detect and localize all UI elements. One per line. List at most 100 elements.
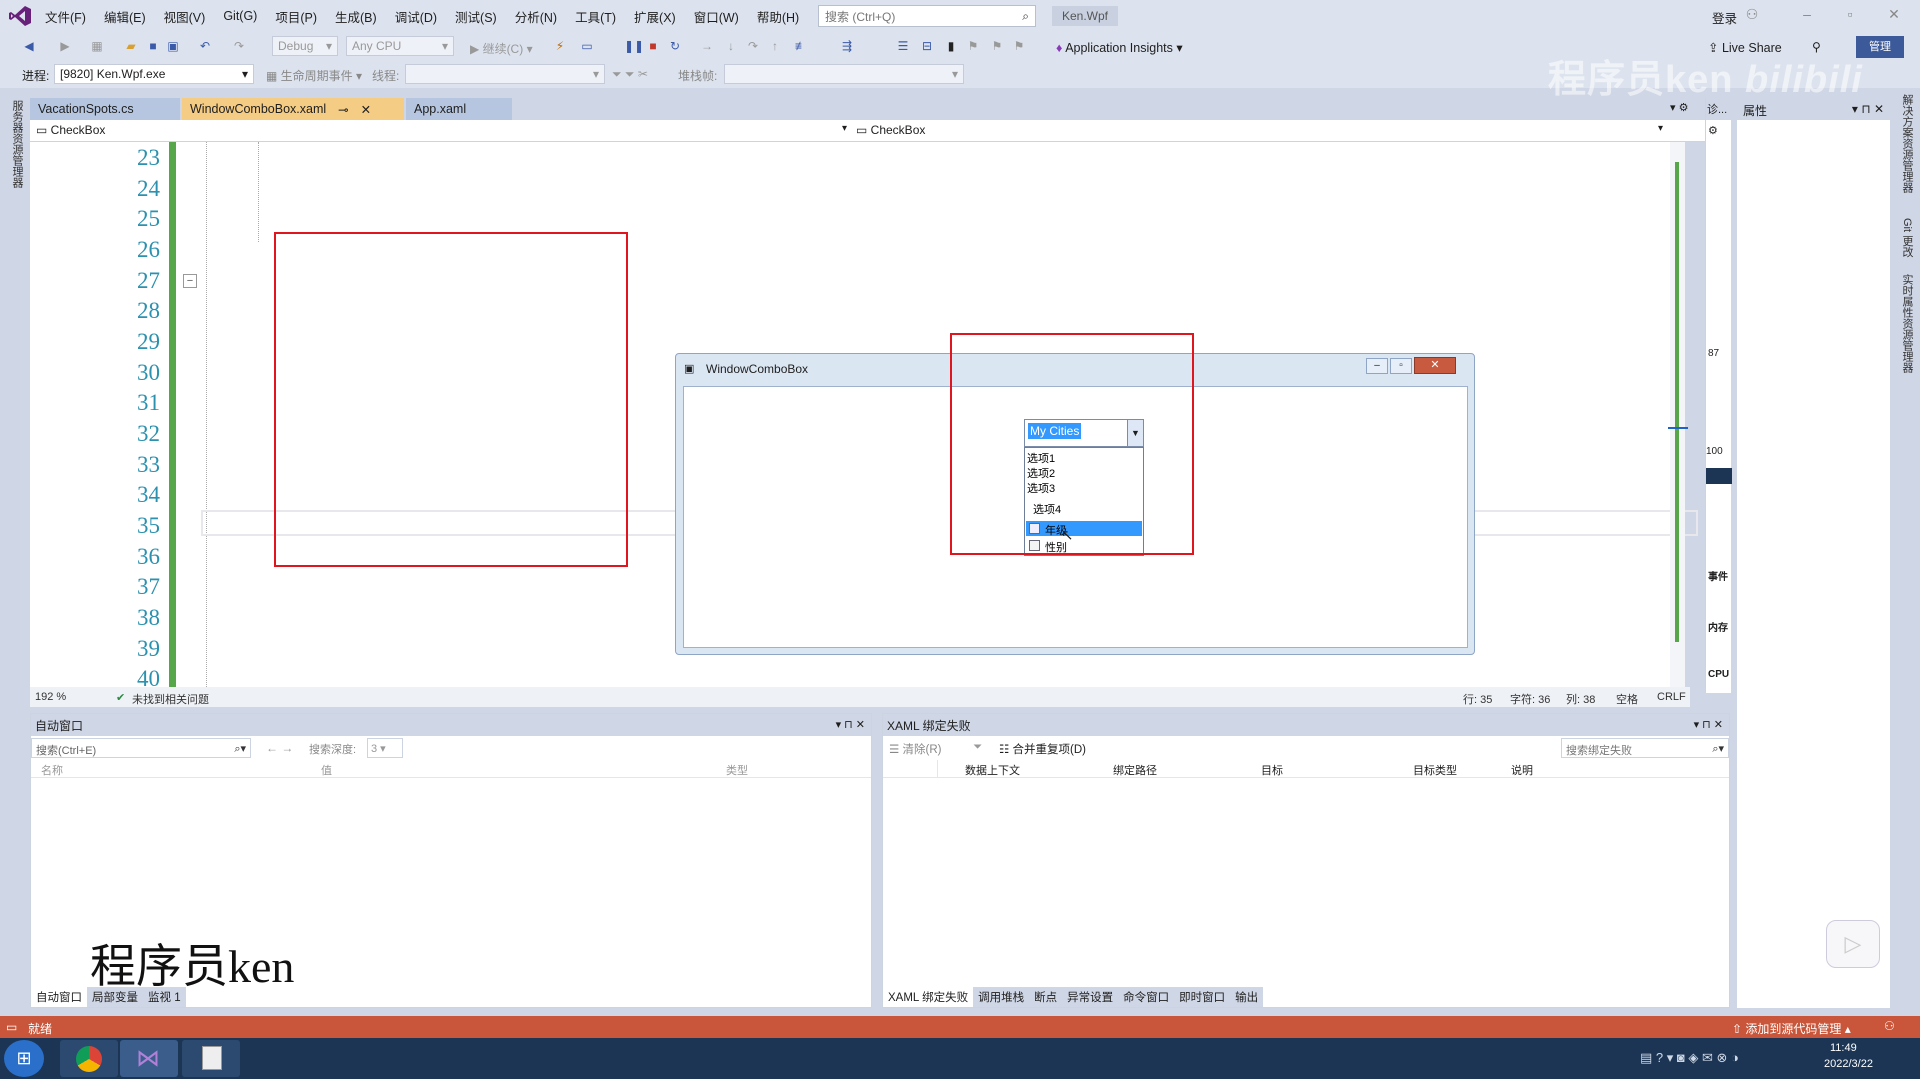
notifications-icon[interactable]: ⚇ (1884, 1019, 1895, 1033)
continue-button[interactable]: ▶ 继续(C) ▾ (470, 40, 533, 57)
wpf-minimize-button[interactable]: – (1366, 358, 1388, 374)
thread-dropdown[interactable]: ▾ (405, 64, 605, 84)
visual-studio-taskbar-button[interactable]: ⋈ (120, 1040, 178, 1077)
next-bookmark-icon[interactable]: ⚑ (990, 39, 1004, 53)
application-insights-button[interactable]: ♦ Application Insights ▾ (1056, 40, 1183, 55)
tab-command-window[interactable]: 命令窗口 (1118, 987, 1175, 1007)
close-button[interactable]: ✕ (1884, 6, 1904, 26)
menu-debug[interactable]: 调试(D) (386, 7, 446, 26)
tab-app-xaml[interactable]: App.xaml (406, 98, 512, 120)
column-target[interactable]: 目标 (1261, 762, 1283, 778)
comment-icon[interactable]: ⊟ (920, 39, 934, 53)
wpf-maximize-button[interactable]: ▫ (1390, 358, 1412, 374)
start-button[interactable]: ⊞ (4, 1040, 44, 1077)
hot-reload-icon[interactable]: ⚡ (553, 39, 567, 53)
nav-left-dropdown[interactable]: ▭ CheckBox (36, 123, 105, 137)
xaml-search-input[interactable]: 搜索绑定失败 ⌕▾ (1561, 738, 1729, 758)
indent-icon[interactable]: ☰ (896, 39, 910, 53)
new-project-icon[interactable]: ▦ (90, 39, 104, 53)
column-description[interactable]: 说明 (1511, 762, 1533, 778)
column-severity[interactable] (883, 760, 938, 777)
menu-test[interactable]: 测试(S) (446, 7, 506, 26)
settings-icon[interactable]: ⚙ (1706, 120, 1731, 141)
tab-exception-settings[interactable]: 异常设置 (1062, 987, 1119, 1007)
tray-icons[interactable]: ▤ ? ▾ ◙ ◈ ✉ ⊗ ◑ (1640, 1050, 1739, 1066)
account-icon[interactable]: ⚇ (1742, 6, 1762, 26)
minimize-button[interactable]: – (1797, 6, 1817, 26)
column-type[interactable]: 类型 (726, 762, 748, 778)
tab-xaml-binding-failures[interactable]: XAML 绑定失败 (883, 987, 974, 1007)
clear-bookmarks-icon[interactable]: ⚑ (1012, 39, 1026, 53)
search-depth-dropdown[interactable]: 3 ▾ (367, 738, 403, 758)
redo-icon[interactable]: ↷ (232, 39, 246, 53)
zoom-level[interactable]: 192 % (35, 691, 66, 703)
live-property-explorer-tab[interactable]: 实时属性资源管理器 (1899, 274, 1915, 373)
solution-config-dropdown[interactable]: Debug ▾ (272, 36, 338, 56)
thread-icon[interactable]: ⇶ (840, 39, 854, 53)
filter-icon[interactable]: ⏷ (973, 741, 982, 754)
menu-tools[interactable]: 工具(T) (566, 7, 625, 26)
menu-build[interactable]: 生成(B) (326, 7, 386, 26)
menu-analyze[interactable]: 分析(N) (506, 7, 566, 26)
pause-icon[interactable]: ❚❚ (624, 39, 644, 53)
menu-git[interactable]: Git(G) (214, 9, 266, 23)
nav-right-arrow[interactable]: ▾ (1658, 123, 1663, 134)
tab-breakpoints[interactable]: 断点 (1029, 987, 1063, 1007)
chrome-taskbar-button[interactable] (60, 1040, 118, 1077)
column-binding-path[interactable]: 绑定路径 (1113, 762, 1157, 778)
taskbar-time[interactable]: 11:49 (1830, 1042, 1857, 1054)
menu-extensions[interactable]: 扩展(X) (625, 7, 685, 26)
tab-vacationspots[interactable]: VacationSpots.cs (30, 98, 180, 120)
undo-icon[interactable]: ↶ (198, 39, 212, 53)
step-out-icon[interactable]: ↑ (768, 39, 782, 53)
menu-window[interactable]: 窗口(W) (685, 7, 748, 26)
tab-autos[interactable]: 自动窗口 (31, 987, 87, 1007)
menu-project[interactable]: 项目(P) (266, 7, 326, 26)
search-back-forward-icon[interactable]: ← → (266, 741, 293, 755)
column-value[interactable]: 值 (321, 762, 332, 778)
play-overlay-icon[interactable]: ▷ (1826, 920, 1880, 968)
stack-frame-dropdown[interactable]: ▾ (724, 64, 964, 84)
tab-windowcombobox[interactable]: WindowComboBox.xaml ⊸ ✕ (182, 98, 404, 120)
collapse-icon[interactable]: − (183, 274, 197, 288)
solution-explorer-tab[interactable]: 解决方案资源管理器 (1899, 94, 1915, 193)
save-all-icon[interactable]: ▣ (166, 39, 180, 53)
show-next-statement-icon[interactable]: → (700, 39, 714, 53)
properties-close-icon[interactable]: ▾ ⊓ ✕ (1852, 102, 1884, 116)
restart-icon[interactable]: ↻ (668, 39, 682, 53)
thread-filter-icons[interactable]: ⏷ ⏷ ✂ (612, 67, 648, 82)
bookmark-icon[interactable]: ▮ (944, 39, 958, 53)
platform-dropdown[interactable]: Any CPU ▾ (346, 36, 454, 56)
column-name[interactable]: 名称 (41, 762, 63, 778)
line-ending-indicator[interactable]: CRLF (1657, 691, 1686, 703)
tab-output[interactable]: 输出 (1230, 987, 1264, 1007)
lifecycle-events-button[interactable]: ▦ 生命周期事件 ▾ (266, 67, 362, 84)
taskbar-date[interactable]: 2022/3/22 (1824, 1058, 1873, 1070)
prev-bookmark-icon[interactable]: ⚑ (966, 39, 980, 53)
autos-search-input[interactable]: 搜索(Ctrl+E) ⌕▾ (31, 738, 251, 758)
forward-icon[interactable]: ▶ (58, 39, 72, 53)
admin-badge[interactable]: 管理 (1856, 36, 1904, 58)
global-search-box[interactable]: 搜索 (Ctrl+Q) ⌕ (818, 5, 1036, 27)
process-dropdown[interactable]: [9820] Ken.Wpf.exe ▾ (54, 64, 254, 84)
column-data-context[interactable]: 数据上下文 (965, 762, 1020, 778)
tab-call-stack[interactable]: 调用堆栈 (973, 987, 1030, 1007)
stop-icon[interactable]: ■ (646, 39, 660, 53)
step-over-icon[interactable]: ↷ (746, 39, 760, 53)
tab-immediate-window[interactable]: 即时窗口 (1174, 987, 1231, 1007)
pin-icon[interactable]: ⊸ (338, 102, 348, 117)
menu-file[interactable]: 文件(F) (36, 7, 95, 26)
save-icon[interactable]: ■ (146, 39, 160, 53)
nav-right-dropdown[interactable]: ▭ CheckBox (856, 123, 925, 137)
wpf-close-button[interactable]: ✕ (1414, 357, 1456, 374)
clear-button[interactable]: ☰ 清除(R) (889, 741, 941, 757)
menu-view[interactable]: 视图(V) (155, 7, 215, 26)
tab-overflow-icon[interactable]: ▾ ⚙ (1670, 101, 1688, 114)
whitespace-indicator[interactable]: 空格 (1616, 691, 1638, 707)
column-target-type[interactable]: 目标类型 (1413, 762, 1457, 778)
menu-edit[interactable]: 编辑(E) (95, 7, 155, 26)
step-into-icon[interactable]: ↓ (724, 39, 738, 53)
login-link[interactable]: 登录 (1712, 8, 1737, 27)
screen-icon[interactable]: ▭ (580, 39, 594, 53)
xaml-window-controls[interactable]: ▾ ⊓ ✕ (1694, 718, 1723, 731)
